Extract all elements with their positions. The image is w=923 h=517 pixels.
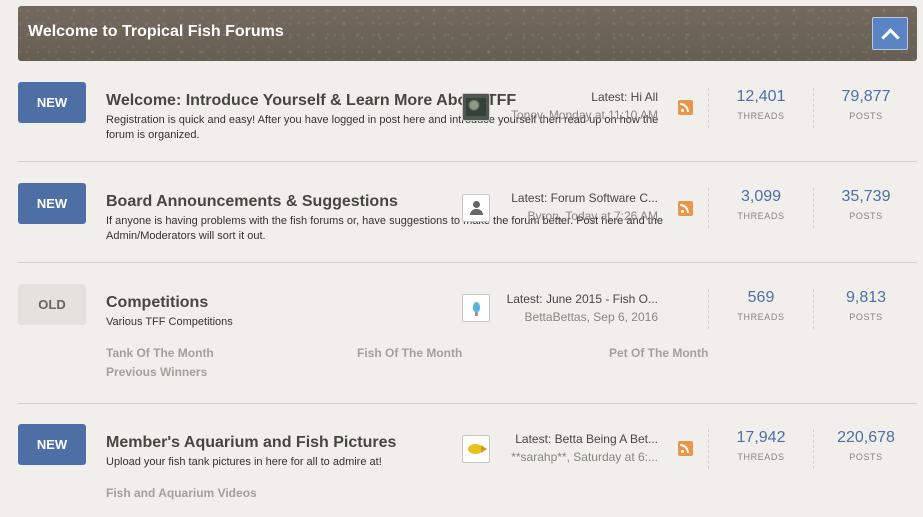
latest-thread-link[interactable]: June 2015 - Fish O... (546, 292, 658, 306)
latest-meta: BettaBettas, Sep 6, 2016 (525, 310, 658, 324)
subforum-link[interactable]: Previous Winners (106, 365, 207, 379)
latest-meta: **sarahp**, Saturday at 6:... (511, 450, 658, 464)
forum-node-announcements: NEW Board Announcements & Suggestions If… (18, 183, 917, 243)
collapse-button[interactable] (872, 17, 908, 50)
forum-node-member-aquarium: NEW Member's Aquarium and Fish Pictures … (18, 424, 917, 504)
chevron-up-icon (881, 28, 900, 47)
forum-status-badge: NEW (18, 82, 86, 123)
forum-category: Welcome to Tropical Fish Forums NEW Welc… (0, 0, 923, 517)
user-avatar[interactable] (462, 294, 490, 322)
latest-post: Latest: Forum Software C... (511, 191, 658, 205)
forum-node-competitions: OLD Competitions Various TFF Competition… (18, 284, 917, 384)
threads-stat: 12,401 THREADS (708, 88, 813, 128)
subforum-link[interactable]: Fish and Aquarium Videos (106, 486, 257, 500)
latest-post: Latest: Betta Being A Bet... (515, 432, 658, 446)
posts-label: POSTS (849, 312, 883, 322)
latest-meta: Byron, Today at 7:26 AM (527, 209, 658, 223)
rss-icon[interactable] (678, 201, 693, 216)
latest-meta: Tonov, Monday at 11:10 AM (511, 108, 658, 122)
forum-node-welcome: NEW Welcome: Introduce Yourself & Learn … (18, 82, 917, 142)
posts-stat: 35,739 POSTS (813, 188, 918, 228)
forum-status-badge: OLD (18, 284, 86, 325)
threads-label: THREADS (737, 211, 785, 221)
posts-stat: 220,678 POSTS (813, 429, 918, 469)
posts-label: POSTS (849, 452, 883, 462)
threads-stat: 17,942 THREADS (708, 429, 813, 469)
latest-label: Latest: (591, 90, 628, 104)
threads-count: 3,099 (740, 188, 782, 205)
latest-thread-link[interactable]: Hi All (631, 90, 658, 104)
latest-thread-link[interactable]: Betta Being A Bet... (555, 432, 658, 446)
latest-date: Saturday at 6:... (573, 450, 658, 464)
latest-date: Monday at 11:10 AM (548, 108, 658, 122)
threads-count: 17,942 (736, 429, 786, 446)
forum-title[interactable]: Welcome: Introduce Yourself & Learn More… (106, 92, 516, 110)
posts-label: POSTS (849, 111, 883, 121)
latest-date: Today at 7:26 AM (565, 209, 658, 223)
latest-user-link[interactable]: Byron (527, 209, 558, 223)
posts-count: 35,739 (841, 188, 891, 205)
latest-label: Latest: (511, 191, 548, 205)
user-avatar[interactable] (462, 93, 490, 121)
posts-stat: 9,813 POSTS (813, 289, 918, 329)
threads-count: 569 (747, 289, 775, 306)
category-header: Welcome to Tropical Fish Forums (18, 6, 917, 61)
rss-icon[interactable] (678, 441, 693, 456)
latest-post: Latest: Hi All (591, 90, 658, 104)
latest-user-link[interactable]: Tonov (511, 108, 542, 122)
divider (18, 161, 917, 162)
forum-title[interactable]: Member's Aquarium and Fish Pictures (106, 434, 396, 452)
threads-stat: 3,099 THREADS (708, 188, 813, 228)
threads-label: THREADS (737, 452, 785, 462)
divider (18, 262, 917, 263)
posts-stat: 79,877 POSTS (813, 88, 918, 128)
forum-status-badge: NEW (18, 424, 86, 465)
forum-title[interactable]: Competitions (106, 294, 208, 312)
latest-label: Latest: (506, 292, 543, 306)
forum-title[interactable]: Board Announcements & Suggestions (106, 193, 398, 211)
threads-count: 12,401 (736, 88, 786, 105)
latest-thread-link[interactable]: Forum Software C... (551, 191, 658, 205)
forum-status-badge: NEW (18, 183, 86, 224)
divider (18, 403, 917, 404)
latest-user-link[interactable]: BettaBettas, (525, 310, 590, 324)
latest-user-link[interactable]: **sarahp**, (511, 450, 570, 464)
threads-label: THREADS (737, 111, 785, 121)
category-title[interactable]: Welcome to Tropical Fish Forums (28, 23, 284, 41)
subforum-link[interactable]: Fish Of The Month (357, 346, 462, 360)
subforum-link[interactable]: Tank Of The Month (106, 346, 214, 360)
posts-count: 9,813 (845, 289, 887, 306)
posts-count: 79,877 (841, 88, 891, 105)
rss-icon[interactable] (678, 100, 693, 115)
subforum-link[interactable]: Pet Of The Month (609, 346, 708, 360)
threads-stat: 569 THREADS (708, 289, 813, 329)
latest-post: Latest: June 2015 - Fish O... (507, 292, 658, 306)
posts-label: POSTS (849, 211, 883, 221)
user-avatar[interactable] (462, 194, 490, 222)
threads-label: THREADS (737, 312, 785, 322)
posts-count: 220,678 (837, 429, 895, 446)
user-avatar[interactable] (462, 435, 490, 463)
latest-date: Sep 6, 2016 (593, 310, 658, 324)
latest-label: Latest: (515, 432, 552, 446)
